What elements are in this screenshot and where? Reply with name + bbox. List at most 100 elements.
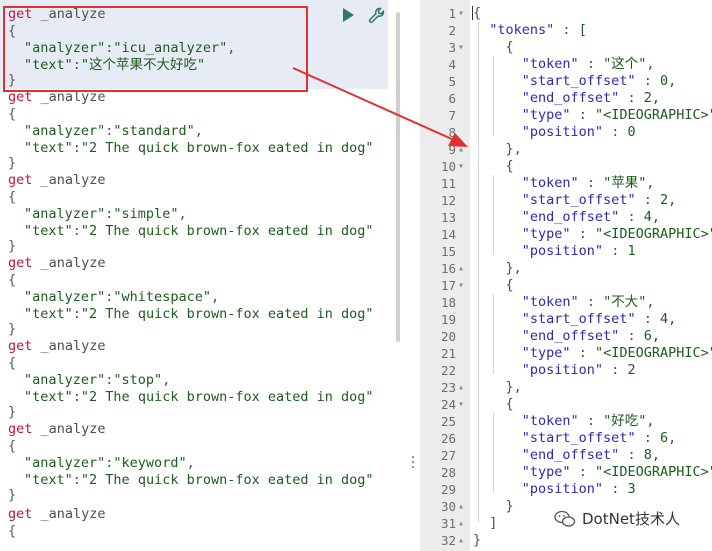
analyzer-value: "stop": [113, 372, 163, 388]
comma: ,: [186, 455, 195, 471]
text-key: "text": [24, 306, 73, 322]
json-value: 4,: [659, 311, 677, 327]
output-line: 17 ▾ {: [420, 277, 712, 294]
indent-guide: [478, 22, 479, 522]
json-code: {: [473, 158, 514, 174]
output-line: 14 "type" : "<IDEOGRAPHIC>",: [420, 226, 712, 243]
text-key: "text": [24, 140, 73, 156]
indent-guide: [493, 56, 494, 136]
colon: :: [72, 389, 81, 405]
analyzer-line: "analyzer":"stop",: [24, 372, 170, 389]
endpoint: _analyze: [40, 506, 106, 522]
text-key: "text": [24, 223, 73, 239]
json-code: "type" : "<IDEOGRAPHIC>",: [473, 345, 712, 362]
request-line[interactable]: get _analyze: [8, 172, 106, 189]
indent-guide: [493, 175, 494, 255]
text-cursor: [472, 6, 473, 20]
fold-toggle-icon[interactable]: ▾: [458, 158, 464, 175]
output-line: 9 ▴ },: [420, 141, 712, 158]
json-code: "start_offset" : 0,: [521, 73, 677, 89]
json-code: "type" : "<IDEOGRAPHIC>",: [473, 464, 712, 481]
output-line: 32 ▴}: [420, 532, 712, 549]
http-method: get: [8, 255, 33, 271]
json-code: "end_offset" : 4,: [521, 209, 660, 225]
fold-toggle-icon[interactable]: ▴: [458, 141, 464, 158]
request-line[interactable]: get _analyze: [8, 255, 106, 272]
json-value: 6,: [659, 430, 677, 446]
json-code: "type" : "<IDEOGRAPHIC>",: [473, 107, 712, 124]
text-key: "text": [24, 389, 73, 405]
analyzer-line: "analyzer":"whitespace",: [24, 289, 219, 306]
wrench-icon[interactable]: [367, 6, 387, 26]
text-value: "2 The quick brown-fox eated in dog": [80, 306, 374, 322]
json-code: }: [473, 532, 482, 548]
fold-toggle-icon[interactable]: ▴: [458, 260, 464, 277]
editor-scrollbar[interactable]: [396, 12, 400, 342]
line-number: 13: [440, 210, 456, 225]
output-line: 5 "start_offset" : 0,: [420, 73, 712, 90]
analyzer-value: "whitespace": [113, 289, 211, 305]
close-brace: }: [8, 404, 17, 420]
json-value: "不大",: [603, 294, 655, 310]
line-number: 23: [440, 380, 456, 395]
json-code: {: [473, 39, 514, 55]
request-line[interactable]: get _analyze: [8, 506, 106, 523]
analyzer-line: "analyzer":"simple",: [24, 206, 187, 223]
line-number: 5: [448, 74, 456, 89]
output-line: 25 "token" : "好吃",: [420, 413, 712, 430]
json-key: "position": [521, 124, 604, 140]
play-icon[interactable]: [343, 8, 354, 22]
http-method: get: [8, 421, 33, 437]
analyzer-key: "analyzer": [24, 289, 106, 305]
line-number: 3: [448, 40, 456, 55]
line-number: 32: [440, 533, 456, 548]
text-line: "text":"2 The quick brown-fox eated in d…: [24, 140, 374, 157]
fold-toggle-icon[interactable]: ▴: [458, 532, 464, 549]
endpoint: _analyze: [40, 338, 106, 354]
comma: ,: [162, 372, 171, 388]
comma: ,: [210, 289, 220, 305]
json-value: 0,: [659, 73, 677, 89]
request-line[interactable]: get _analyze: [8, 421, 106, 438]
json-value: "<IDEOGRAPHIC>",: [594, 226, 712, 242]
endpoint: _analyze: [40, 255, 106, 271]
line-number: 10: [440, 159, 456, 174]
output-line: 11 "token" : "苹果",: [420, 175, 712, 192]
indent-guide: [493, 294, 494, 374]
request-editor[interactable]: get _analyze{"analyzer":"icu_analyzer", "…: [0, 0, 400, 551]
line-number: 30: [440, 499, 456, 514]
fold-toggle-icon[interactable]: ▾: [458, 39, 464, 56]
json-value: "<IDEOGRAPHIC>",: [594, 345, 712, 361]
json-value: 8,: [643, 447, 660, 463]
analyzer-value: "keyword": [113, 455, 187, 471]
output-line: 13 "end_offset" : 4,: [420, 209, 712, 226]
json-value: 2,: [659, 192, 677, 208]
colon: :: [72, 472, 81, 488]
line-number: 22: [440, 363, 456, 378]
text-line: "text":"2 The quick brown-fox eated in d…: [24, 306, 374, 323]
json-code: "position" : 0: [521, 124, 636, 140]
fold-toggle-icon[interactable]: ▾: [458, 396, 464, 413]
close-brace: }: [8, 487, 17, 503]
output-line: 16 ▴ },: [420, 260, 712, 277]
output-line: 8 "position" : 0: [420, 124, 712, 141]
output-line: 3 ▾ {: [420, 39, 712, 56]
fold-toggle-icon[interactable]: ▴: [458, 379, 464, 396]
json-code: "end_offset" : 2,: [521, 90, 660, 106]
line-number: 12: [440, 193, 456, 208]
fold-toggle-icon[interactable]: ▴: [458, 515, 464, 532]
output-line: 26 "start_offset" : 6,: [420, 430, 712, 447]
fold-toggle-icon[interactable]: ▾: [458, 5, 464, 22]
endpoint: _analyze: [40, 172, 106, 188]
line-number: 25: [440, 414, 456, 429]
output-line: 15 "position" : 1: [420, 243, 712, 260]
colon: :: [72, 140, 81, 156]
json-value: [: [578, 22, 587, 38]
fold-toggle-icon[interactable]: ▾: [458, 277, 464, 294]
json-code: "end_offset" : 8,: [521, 447, 660, 463]
pane-resize-handle[interactable]: · · ·: [410, 451, 416, 475]
request-line[interactable]: get _analyze: [8, 338, 106, 355]
json-key: "position": [521, 481, 604, 497]
line-number: 29: [440, 482, 456, 497]
fold-toggle-icon[interactable]: ▴: [458, 498, 464, 515]
